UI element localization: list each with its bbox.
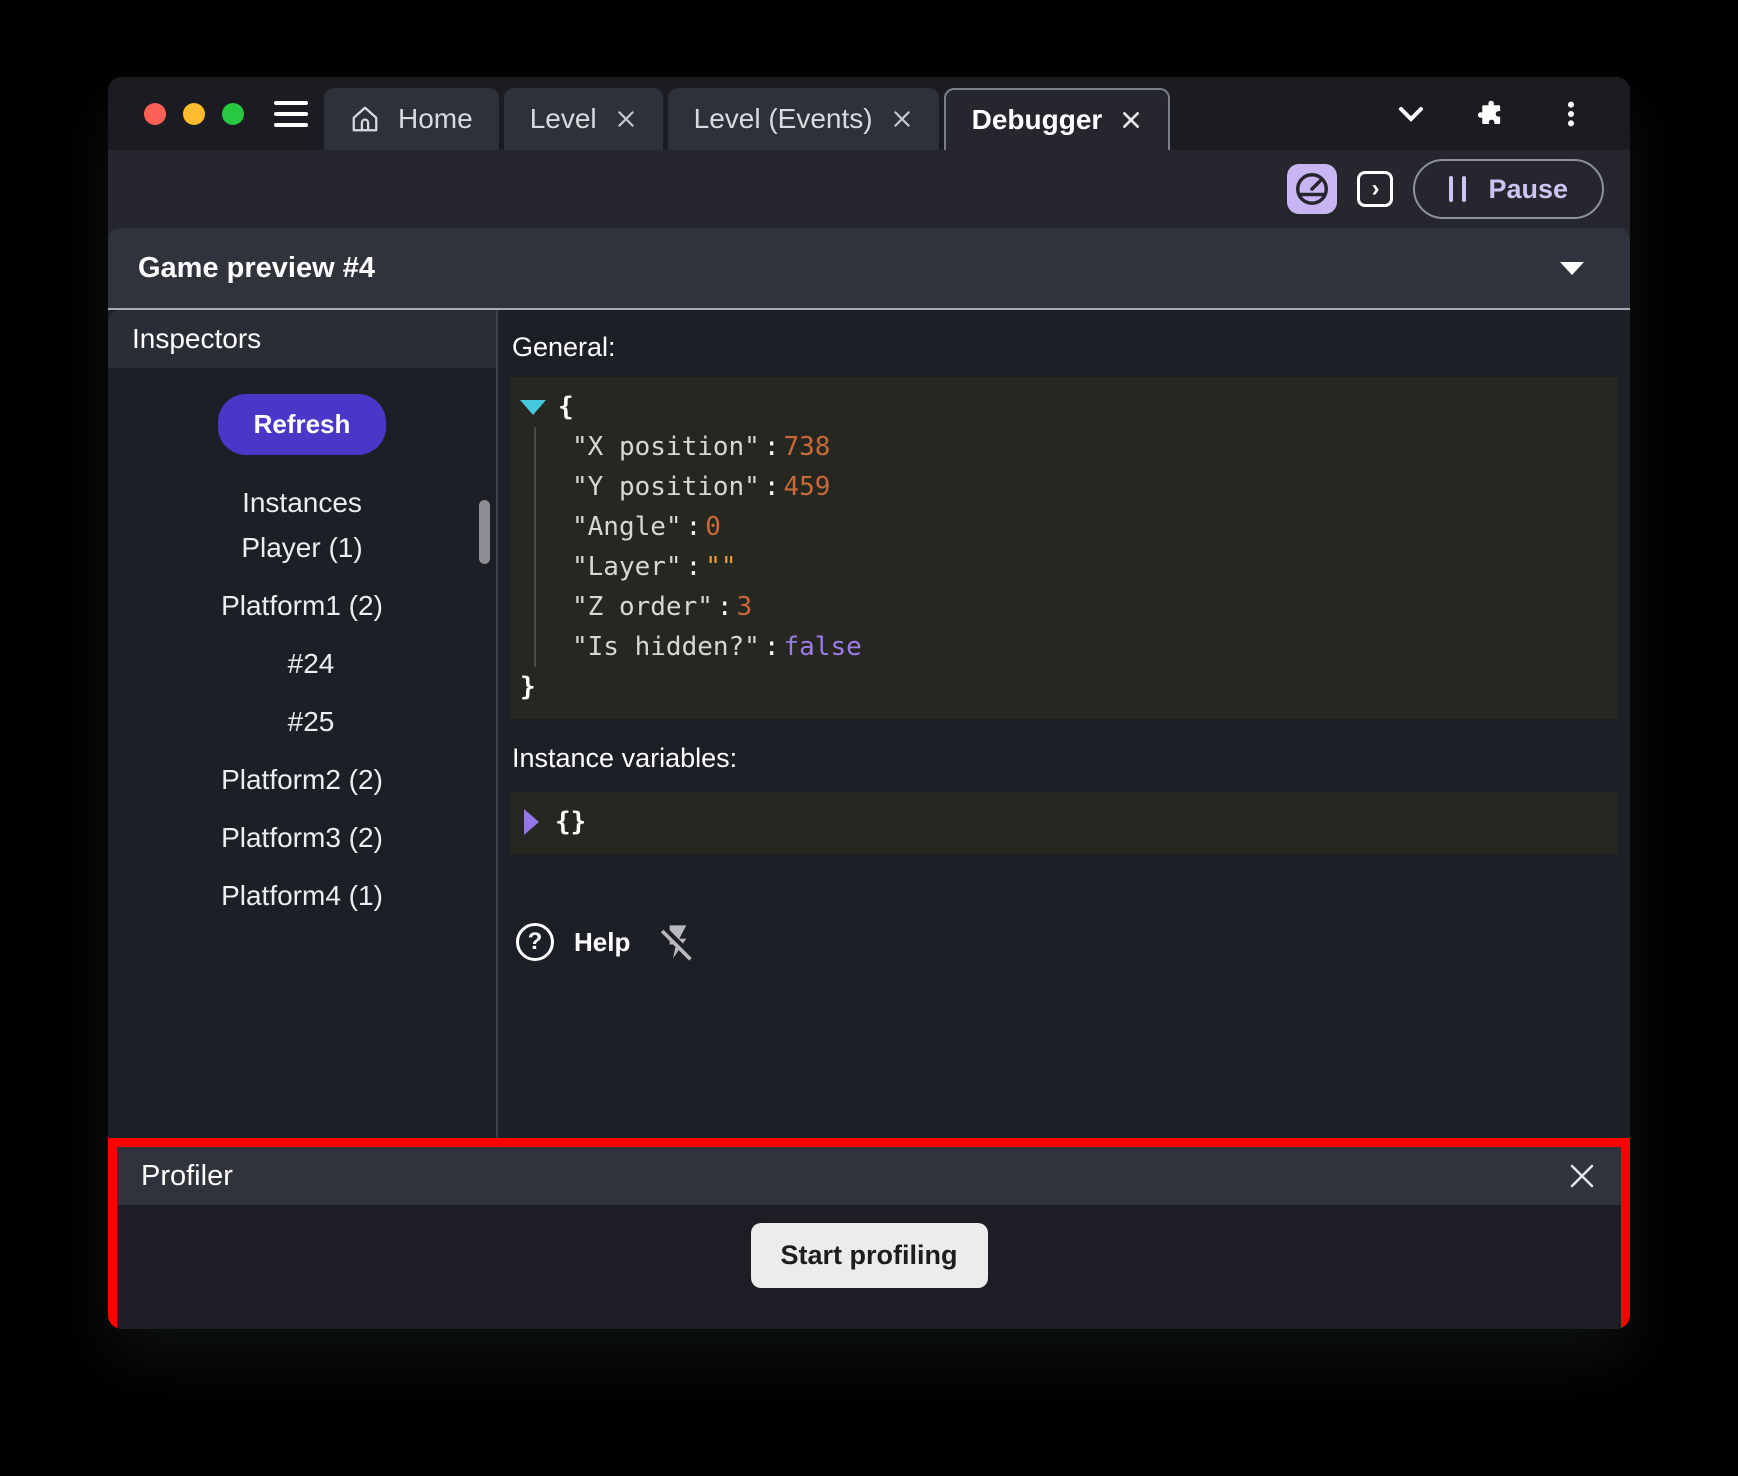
pause-icon [1449, 176, 1466, 202]
menu-icon[interactable] [274, 77, 308, 150]
help-row: ? Help [510, 918, 1618, 966]
instances-group-label: Instances [242, 487, 362, 519]
tab-label: Home [398, 103, 473, 135]
tab-label: Level (Events) [694, 103, 873, 135]
tree-item-platform2[interactable]: Platform2 (2) [221, 751, 383, 809]
general-section-label: General: [512, 332, 1618, 363]
close-icon[interactable] [1567, 1161, 1597, 1191]
profiler-gauge-button[interactable] [1287, 164, 1337, 214]
tab-level-events[interactable]: Level (Events) [668, 88, 939, 150]
open-brace: { [558, 387, 574, 427]
kebab-menu-icon[interactable] [1556, 99, 1586, 129]
gauge-icon [1293, 170, 1331, 208]
extensions-puzzle-icon[interactable] [1476, 99, 1506, 129]
console-prompt-icon: › [1371, 175, 1379, 203]
tab-home[interactable]: Home [324, 88, 499, 150]
tree-item-platform3[interactable]: Platform3 (2) [221, 809, 383, 867]
close-tab-icon[interactable] [891, 108, 913, 130]
help-icon: ? [516, 923, 554, 961]
game-preview-title: Game preview #4 [138, 252, 375, 285]
titlebar: Home Level Level (Events) Debugger [108, 77, 1630, 150]
refresh-button[interactable]: Refresh [218, 394, 387, 455]
instance-variables-json-viewer: {} [510, 792, 1618, 854]
zoom-window-button[interactable] [222, 103, 244, 125]
debugger-content: Inspectors Refresh Instances Player (1) … [108, 310, 1630, 1329]
caret-down-icon [1560, 262, 1584, 275]
tree-item-instance-24[interactable]: #24 [270, 635, 335, 693]
pause-button[interactable]: Pause [1413, 159, 1604, 219]
json-row-angle: "Angle":0 [572, 507, 1606, 547]
app-window: Home Level Level (Events) Debugger [108, 77, 1630, 1329]
json-row-is-hidden: "Is hidden?":false [572, 627, 1606, 667]
chevron-down-icon[interactable] [1396, 99, 1426, 129]
tree-item-platform4[interactable]: Platform4 (1) [221, 867, 383, 925]
json-row-z-order: "Z order":3 [572, 587, 1606, 627]
tree-item-player[interactable]: Player (1) [241, 519, 362, 577]
tab-debugger[interactable]: Debugger [944, 88, 1171, 150]
tab-label: Level [530, 103, 597, 135]
tab-bar: Home Level Level (Events) Debugger [324, 77, 1175, 150]
empty-object: {} [555, 802, 586, 842]
tree-item-instance-25[interactable]: #25 [270, 693, 335, 751]
console-button[interactable]: › [1357, 171, 1393, 207]
pause-label: Pause [1488, 174, 1568, 205]
help-button[interactable]: ? Help [516, 923, 630, 961]
minimize-window-button[interactable] [183, 103, 205, 125]
general-json-viewer: { "X position":738 "Y position":459 "Ang… [510, 377, 1618, 719]
game-preview-header[interactable]: Game preview #4 [108, 228, 1630, 308]
titlebar-actions [1352, 77, 1630, 150]
json-rows: "X position":738 "Y position":459 "Angle… [534, 427, 1606, 667]
tab-level[interactable]: Level [504, 88, 663, 150]
json-row-x-position: "X position":738 [572, 427, 1606, 467]
json-row-layer: "Layer":"" [572, 547, 1606, 587]
flash-off-icon[interactable] [656, 918, 700, 966]
expand-expander-icon[interactable] [524, 809, 539, 835]
start-profiling-button[interactable]: Start profiling [751, 1223, 988, 1288]
help-label: Help [574, 927, 630, 958]
close-tab-icon[interactable] [615, 108, 637, 130]
instance-variables-label: Instance variables: [512, 743, 1618, 774]
debugger-toolbar: › Pause [108, 150, 1630, 228]
inspectors-header: Inspectors [108, 310, 496, 368]
close-brace: } [520, 667, 536, 707]
close-tab-icon[interactable] [1120, 109, 1142, 131]
sidebar-scrollbar[interactable] [479, 500, 490, 564]
profiler-title: Profiler [141, 1160, 233, 1193]
tree-item-platform1[interactable]: Platform1 (2) [221, 577, 383, 635]
collapse-expander-icon[interactable] [520, 400, 546, 415]
json-row-y-position: "Y position":459 [572, 467, 1606, 507]
profiler-body: Start profiling Start profiling and then… [117, 1205, 1621, 1329]
tab-label: Debugger [972, 104, 1103, 136]
close-window-button[interactable] [144, 103, 166, 125]
home-icon [350, 104, 380, 134]
window-controls [108, 77, 244, 150]
profiler-panel: Profiler Start profiling Start profiling… [108, 1138, 1630, 1329]
profiler-header: Profiler [117, 1147, 1621, 1205]
